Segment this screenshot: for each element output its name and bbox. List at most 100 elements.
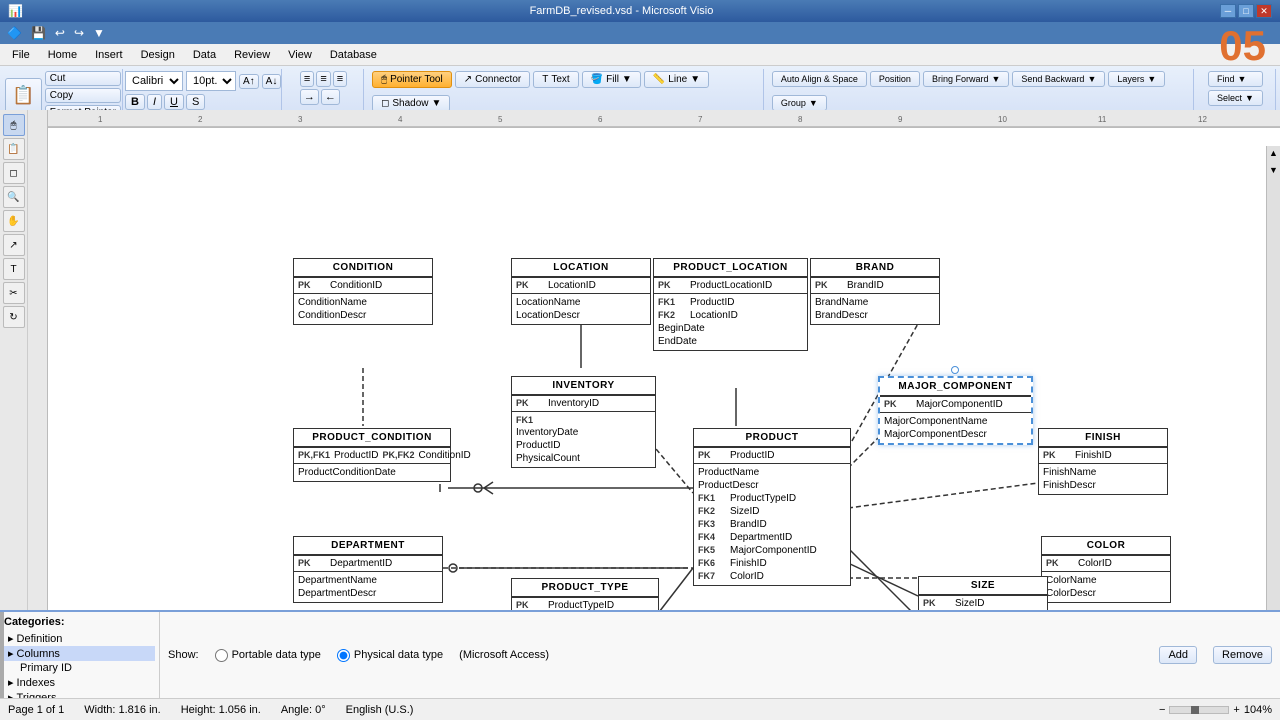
zoom-in-btn[interactable]: + [1233,704,1239,716]
radio-portable-input[interactable] [215,649,228,662]
minimize-btn[interactable]: ─ [1220,4,1236,18]
tree-definition[interactable]: ▸ Definition [4,631,155,646]
menu-home[interactable]: Home [40,47,85,63]
font-family-select[interactable]: Calibri [125,71,183,91]
table-product-condition-pk: PK,FK1ProductID PK,FK2ConditionID [294,448,450,464]
panel-resize-handle[interactable] [0,612,4,698]
vertical-scrollbar[interactable]: ▲ ▼ [1266,146,1280,638]
table-product-type-header: PRODUCT_TYPE [512,579,658,598]
text-btn[interactable]: T Text [533,71,578,88]
shrink-font-btn[interactable]: A↓ [262,74,282,89]
table-major-component[interactable]: MAJOR_COMPONENT PK MajorComponentID Majo… [878,376,1033,445]
shapes-btn[interactable]: ◻ [3,162,25,184]
table-brand[interactable]: BRAND PK BrandID BrandName BrandDescr [810,258,940,325]
paste-btn[interactable]: 📋 [5,78,41,114]
add-btn[interactable]: Add [1159,646,1197,664]
crop-btn[interactable]: ✂ [3,282,25,304]
auto-align-btn[interactable]: Auto Align & Space [772,71,867,87]
align-center-btn[interactable]: ≡ [316,71,330,87]
bold-btn[interactable]: B [125,94,145,110]
table-inventory[interactable]: INVENTORY PK InventoryID FK1 InventoryDa… [511,376,656,468]
pan-btn[interactable]: ✋ [3,210,25,232]
svg-text:6: 6 [598,115,603,124]
pointer-tool-btn[interactable]: 🖱 Pointer Tool [372,71,452,88]
group-btn[interactable]: Group ▼ [772,95,827,111]
select-tool-sidebar[interactable]: 🖱 [3,114,25,136]
fill-btn[interactable]: 🪣 Fill ▼ [582,71,641,88]
align-left-btn[interactable]: ≡ [300,71,314,87]
title-bar: 📊 FarmDB_revised.vsd - Microsoft Visio ─… [0,0,1280,22]
table-color[interactable]: COLOR PK ColorID ColorName ColorDescr [1041,536,1171,603]
italic-btn[interactable]: I [147,94,162,110]
zoom-thumb[interactable] [1191,706,1199,714]
tree-indexes[interactable]: ▸ Indexes [4,675,155,690]
text-tool-sidebar[interactable]: T [3,258,25,280]
radio-portable[interactable]: Portable data type [215,649,321,662]
zoom-btn[interactable]: 🔍 [3,186,25,208]
menu-view[interactable]: View [280,47,320,63]
maximize-btn[interactable]: □ [1238,4,1254,18]
redo-quick[interactable]: ↪ [71,25,87,41]
position-btn[interactable]: Position [870,71,920,87]
stencil-btn[interactable]: 📋 [3,138,25,160]
save-quick[interactable]: 💾 [28,25,49,41]
zoom-slider[interactable] [1169,706,1229,714]
table-inventory-data: FK1 InventoryDate ProductID PhysicalCoun… [512,412,655,467]
radio-physical[interactable]: Physical data type [337,649,443,662]
connector-btn[interactable]: ↗ Connector [455,71,531,88]
find-btn[interactable]: Find ▼ [1208,71,1263,87]
close-btn[interactable]: ✕ [1256,4,1272,18]
table-condition[interactable]: CONDITION PK ConditionID ConditionName C… [293,258,433,325]
menu-design[interactable]: Design [133,47,183,63]
remove-btn[interactable]: Remove [1213,646,1272,664]
table-condition-header: CONDITION [294,259,432,278]
grow-font-btn[interactable]: A↑ [239,74,259,89]
menu-file[interactable]: File [4,47,38,63]
menu-database[interactable]: Database [322,47,385,63]
table-color-header: COLOR [1042,537,1170,556]
status-language: English (U.S.) [346,704,414,716]
shadow-btn[interactable]: ◻ Shadow ▼ [372,95,450,112]
table-major-component-pk: PK MajorComponentID [880,397,1031,413]
rotate-btn[interactable]: ↻ [3,306,25,328]
table-size-header: SIZE [919,577,1047,596]
select-btn[interactable]: Select ▼ [1208,90,1263,106]
scroll-up[interactable]: ▲ [1267,146,1280,160]
table-brand-data: BrandName BrandDescr [811,294,939,324]
cut-btn[interactable]: Cut [45,71,121,86]
line-btn[interactable]: 📏 Line ▼ [644,71,709,88]
more-quick[interactable]: ▼ [90,25,108,41]
copy-btn[interactable]: Copy [45,88,121,103]
font-size-select[interactable]: 10pt. [186,71,236,91]
indent-btn[interactable]: → [300,89,319,105]
svg-text:3: 3 [298,115,303,124]
zoom-out-btn[interactable]: − [1159,704,1165,716]
radio-physical-input[interactable] [337,649,350,662]
menu-review[interactable]: Review [226,47,278,63]
scroll-down[interactable]: ▼ [1267,163,1280,177]
table-location[interactable]: LOCATION PK LocationID LocationName Loca… [511,258,651,325]
table-finish[interactable]: FINISH PK FinishID FinishName FinishDesc… [1038,428,1168,495]
tree-columns[interactable]: ▸ Columns [4,646,155,661]
table-product-condition[interactable]: PRODUCT_CONDITION PK,FK1ProductID PK,FK2… [293,428,451,482]
table-product[interactable]: PRODUCT PK ProductID ProductName Product… [693,428,851,586]
table-product-location[interactable]: PRODUCT_LOCATION PK ProductLocationID FK… [653,258,808,351]
table-department[interactable]: DEPARTMENT PK DepartmentID DepartmentNam… [293,536,443,603]
table-finish-header: FINISH [1039,429,1167,448]
bring-forward-btn[interactable]: Bring Forward ▼ [923,71,1009,87]
outdent-btn[interactable]: ← [321,89,340,105]
connect-btn[interactable]: ↗ [3,234,25,256]
menu-data[interactable]: Data [185,47,224,63]
underline-btn[interactable]: U [164,94,184,110]
tree-primary-id[interactable]: Primary ID [4,661,155,675]
undo-quick[interactable]: ↩ [52,25,68,41]
strikethrough-btn[interactable]: S [186,94,205,110]
table-product-data: ProductName ProductDescr FK1ProductTypeI… [694,464,850,585]
align-right-btn[interactable]: ≡ [333,71,347,87]
main-canvas-area: 1 2 3 4 5 6 7 8 9 10 11 12 [28,110,1280,652]
selection-handle[interactable] [951,366,959,374]
layers-btn[interactable]: Layers ▼ [1108,71,1165,87]
send-backward-btn[interactable]: Send Backward ▼ [1012,71,1105,87]
menu-insert[interactable]: Insert [87,47,131,63]
canvas[interactable]: CONDITION PK ConditionID ConditionName C… [48,128,1280,652]
